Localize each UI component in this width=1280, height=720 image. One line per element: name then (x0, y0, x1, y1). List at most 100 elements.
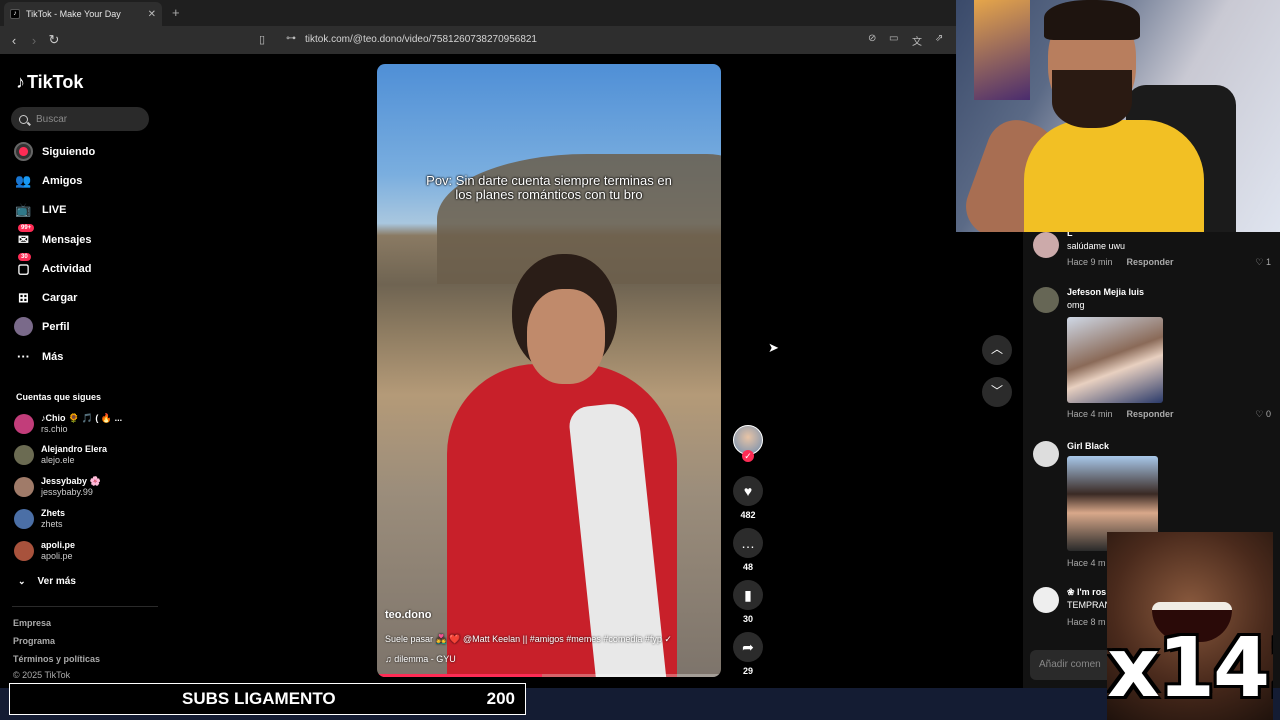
address-bar: ‹ › ↻ ▯ ⊶ tiktok.com/@teo.dono/video/758… (0, 26, 956, 54)
site-info-icon[interactable]: ⊶ (286, 33, 296, 44)
comment-meta: Hace 4 min Responder (1067, 409, 1174, 419)
nav-label: Actividad (42, 262, 92, 275)
comment-like-count: 1 (1265, 257, 1271, 267)
profile-icon (14, 317, 33, 336)
account-name: Jessybaby 🌸 (41, 476, 101, 486)
account-name: ♪Chio 🌻 🎵 ( 🔥 ... (41, 413, 123, 423)
nav-item-live[interactable]: 📺 LIVE (14, 200, 66, 219)
video-progress-bar[interactable] (377, 674, 721, 677)
subs-goal-label: SUBS LIGAMENTO (182, 689, 336, 708)
nav-item-profile[interactable]: Perfil (14, 317, 70, 336)
previous-video-button[interactable]: ︿ (982, 335, 1012, 365)
followed-account[interactable]: Zhets zhets (14, 508, 65, 529)
nav-item-following[interactable]: Siguiendo (14, 142, 95, 161)
avatar (14, 444, 34, 465)
avatar (14, 413, 34, 434)
nav-label: Más (42, 350, 64, 363)
webcam-beard (1052, 70, 1132, 128)
following-accounts-heading: Cuentas que sigues (16, 392, 102, 402)
account-username: alejo.ele (41, 455, 75, 465)
footer-link[interactable]: Programa (13, 636, 55, 646)
comment-meta: Hace 9 min Responder (1067, 257, 1174, 267)
video-player[interactable]: Pov: Sin darte cuenta siempre terminas e… (377, 64, 721, 677)
nav-item-messages[interactable]: ✉ 99+ Mensajes (14, 224, 92, 249)
copyright: © 2025 TikTok (13, 670, 71, 680)
search-icon (19, 114, 28, 124)
no-tracking-icon[interactable]: ⊘ (868, 33, 876, 44)
comment-button[interactable]: … 48 (733, 528, 763, 572)
chevron-up-icon: ︿ (990, 342, 1003, 356)
search-placeholder: Buscar (36, 113, 68, 125)
mouse-cursor-icon: ➤ (768, 340, 779, 355)
tab-title: TikTok - Make Your Day (26, 9, 121, 19)
logo-text: TikTok (27, 72, 84, 92)
comment-user[interactable]: ❀ I'm ros (1067, 587, 1106, 598)
nav-label: Amigos (42, 174, 83, 187)
video-author[interactable]: teo.dono (385, 609, 431, 621)
translate-icon[interactable]: 文 (912, 33, 922, 48)
messages-badge: 99+ (18, 224, 35, 232)
activity-icon: ▢ 30 (17, 253, 31, 276)
tiktok-logo[interactable]: ♪ TikTok (16, 72, 83, 93)
save-count: 30 (742, 614, 753, 624)
meme-overlay: x142 (1107, 532, 1273, 720)
reload-icon[interactable]: ↻ (44, 32, 64, 48)
avatar (1033, 232, 1059, 258)
nav-item-more[interactable]: ··· Más (14, 347, 63, 366)
webcam-poster (974, 0, 1030, 100)
avatar (14, 540, 34, 561)
next-video-button[interactable]: ﹀ (982, 377, 1012, 407)
cast-icon[interactable]: ▭ (889, 33, 898, 44)
footer-link[interactable]: Empresa (13, 618, 51, 628)
comment-count: 48 (742, 562, 753, 572)
forward-arrow-icon[interactable]: › (24, 33, 44, 48)
account-name: Alejandro Elera (41, 444, 108, 454)
comment-icon: … (733, 528, 763, 558)
bookmark-icon[interactable]: ▯ (259, 33, 265, 46)
account-username: zhets (41, 519, 63, 529)
messages-icon: ✉ 99+ (14, 224, 35, 249)
comment-text: TEMPRAN (1067, 600, 1112, 610)
followed-account[interactable]: apoli.pe apoli.pe (14, 540, 75, 561)
avatar (1033, 441, 1059, 467)
like-button[interactable]: ♥ 482 (733, 476, 763, 520)
avatar (1033, 587, 1059, 613)
comment-user[interactable]: Girl Black (1067, 441, 1109, 451)
follow-plus-icon[interactable]: ✓ (742, 450, 754, 462)
see-more-label: Ver más (37, 576, 76, 587)
reply-button[interactable]: Responder (1127, 409, 1174, 419)
search-input[interactable]: Buscar (11, 107, 149, 131)
comment-like-button[interactable]: ♡ 0 (1255, 409, 1271, 420)
upload-icon: ⊞ (18, 289, 29, 305)
video-music[interactable]: ♫ dilemma - GYU (385, 654, 456, 664)
followed-account[interactable]: ♪Chio 🌻 🎵 ( 🔥 ... rs.chio (14, 413, 122, 434)
video-progress-fill (377, 674, 543, 677)
bookmark-icon: ▮ (733, 580, 763, 610)
followed-account[interactable]: Jessybaby 🌸 jessybaby.99 (14, 476, 101, 497)
account-name: apoli.pe (41, 540, 76, 550)
nav-item-activity[interactable]: ▢ 30 Actividad (14, 253, 92, 278)
webcam-overlay (956, 0, 1280, 232)
comment-user[interactable]: Jefeson Mejia luis (1067, 287, 1144, 297)
nav-item-upload[interactable]: ⊞ Cargar (14, 288, 77, 307)
share-page-icon[interactable]: ⇗ (935, 33, 943, 44)
following-icon (14, 142, 33, 161)
close-tab-icon[interactable]: ✕ (148, 9, 156, 20)
back-arrow-icon[interactable]: ‹ (4, 33, 24, 48)
avatar (14, 476, 34, 497)
see-more-button[interactable]: ⌄ Ver más (18, 576, 76, 587)
comment-text: omg (1067, 300, 1085, 310)
avatar (1033, 287, 1059, 313)
footer-link[interactable]: Términos y políticas (13, 654, 100, 664)
reply-button[interactable]: Responder (1127, 257, 1174, 267)
nav-item-friends[interactable]: 👥 Amigos (14, 171, 82, 190)
share-button[interactable]: ➦ 29 (733, 632, 763, 676)
followed-account[interactable]: Alejandro Elera alejo.ele (14, 444, 107, 465)
comment-like-button[interactable]: ♡ 1 (1255, 257, 1271, 268)
tiktok-favicon-icon: ♪ (10, 9, 20, 19)
video-caption: Pov: Sin darte cuenta siempre terminas e… (426, 173, 672, 202)
browser-tab[interactable]: ♪ TikTok - Make Your Day ✕ (4, 2, 162, 26)
save-button[interactable]: ▮ 30 (733, 580, 763, 624)
new-tab-button[interactable]: + (172, 5, 180, 20)
url-field[interactable]: tiktok.com/@teo.dono/video/7581260738270… (305, 34, 537, 45)
